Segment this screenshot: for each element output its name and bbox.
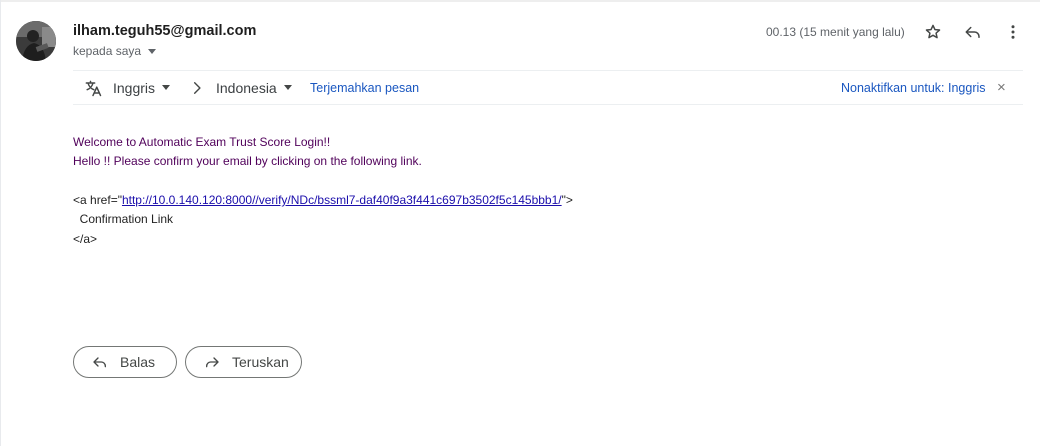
left-divider (0, 0, 1, 446)
verify-url-link[interactable]: http://10.0.140.120:8000//verify/NDc/bss… (122, 193, 562, 207)
email-view: ilham.teguh55@gmail.com kepada saya 00.1… (0, 0, 1040, 446)
anchor-open-suffix: "> (561, 193, 573, 207)
forward-button[interactable]: Teruskan (185, 346, 302, 378)
disable-translation-label: Nonaktifkan untuk: Inggris (841, 80, 986, 95)
chevron-down-icon[interactable] (148, 49, 157, 54)
translate-bar: Inggris Indonesia Terjemahkan pesan Nona… (73, 70, 1023, 105)
message-line-1: Welcome to Automatic Exam Trust Score Lo… (73, 135, 331, 149)
sender-email[interactable]: ilham.teguh55@gmail.com (73, 23, 256, 39)
avatar-image (16, 21, 56, 61)
disable-translation-link[interactable]: Nonaktifkan untuk: Inggris (841, 71, 986, 104)
reply-button-label: Balas (120, 354, 156, 370)
reply-button[interactable]: Balas (73, 346, 177, 378)
anchor-open-line: <a href="http://10.0.140.120:8000//verif… (73, 193, 573, 207)
reply-arrow-icon (93, 357, 106, 368)
recipient-label: kepada saya (73, 44, 142, 58)
more-vert-icon[interactable] (1001, 20, 1025, 44)
avatar[interactable] (16, 21, 56, 61)
star-icon[interactable] (921, 20, 945, 44)
confirmation-link-text: Confirmation Link (73, 212, 174, 226)
translate-message-link[interactable]: Terjemahkan pesan (310, 71, 419, 104)
message-line-2: Hello !! Please confirm your email by cl… (73, 154, 422, 168)
source-language-select[interactable]: Inggris (113, 71, 171, 104)
source-language: Inggris (113, 79, 156, 96)
chevron-down-icon (162, 85, 171, 90)
close-glyph: × (997, 79, 1006, 96)
forward-arrow-icon (206, 357, 219, 368)
top-divider (0, 0, 1040, 2)
target-language-select[interactable]: Indonesia (216, 71, 292, 104)
chevron-right-icon (190, 71, 204, 104)
close-icon[interactable]: × (997, 71, 1006, 104)
anchor-open-prefix: <a href=" (73, 193, 122, 207)
chevron-down-icon (283, 85, 292, 90)
recipient-details[interactable]: kepada saya (73, 44, 157, 58)
translate-icon (83, 71, 103, 104)
timestamp: 00.13 (15 menit yang lalu) (766, 25, 905, 39)
reply-icon[interactable] (961, 20, 985, 44)
anchor-close-line: </a> (73, 232, 98, 246)
target-language: Indonesia (216, 79, 277, 96)
translate-message-label: Terjemahkan pesan (310, 80, 420, 95)
forward-button-label: Teruskan (232, 354, 289, 370)
